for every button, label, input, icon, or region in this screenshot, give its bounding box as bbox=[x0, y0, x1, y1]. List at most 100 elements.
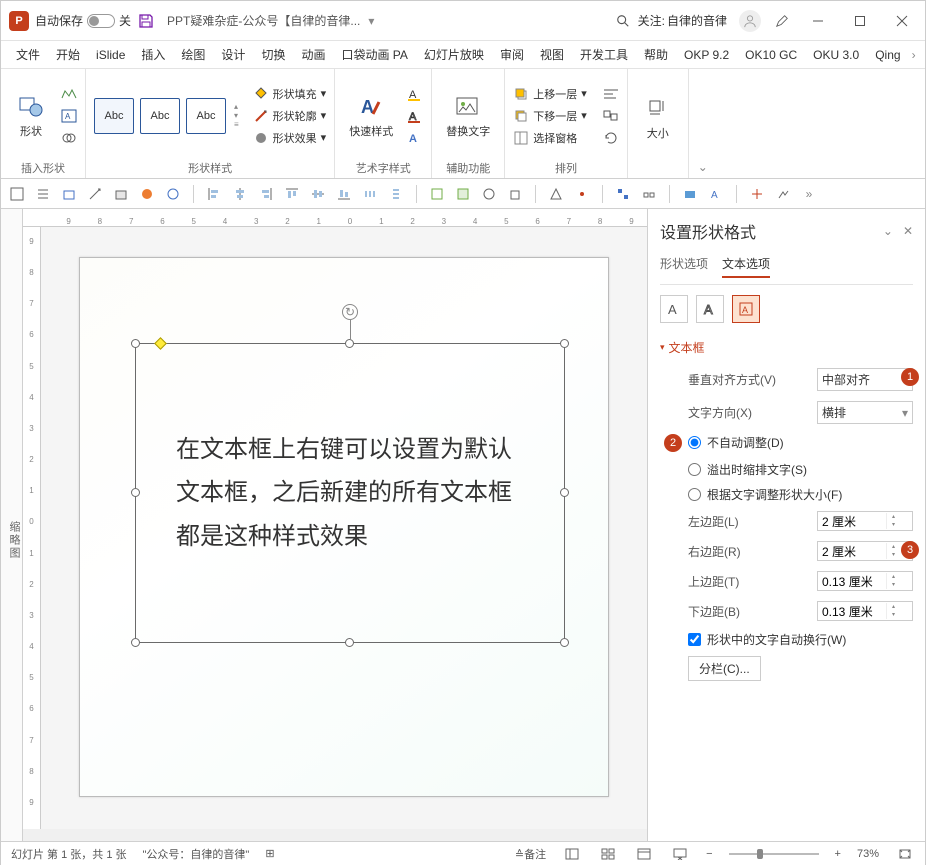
pen-icon[interactable] bbox=[773, 12, 791, 30]
tab-okp[interactable]: OKP 9.2 bbox=[677, 45, 736, 65]
align-middle-icon[interactable] bbox=[310, 186, 326, 202]
tab-pa[interactable]: 口袋动画 PA bbox=[334, 43, 414, 66]
size-button[interactable]: 大小 bbox=[636, 93, 680, 143]
distribute-v-icon[interactable] bbox=[388, 186, 404, 202]
tab-view[interactable]: 视图 bbox=[533, 43, 571, 66]
zoom-slider[interactable] bbox=[729, 847, 819, 861]
align-top-icon[interactable] bbox=[284, 186, 300, 202]
align-icon[interactable] bbox=[603, 86, 619, 102]
qat-icon[interactable] bbox=[87, 186, 103, 202]
qat-icon[interactable] bbox=[775, 186, 791, 202]
text-fill-outline-icon[interactable]: A bbox=[660, 295, 688, 323]
margin-l-spinner[interactable]: ▴▾ bbox=[817, 511, 913, 531]
tab-qing[interactable]: Qing bbox=[868, 45, 907, 65]
autofit-resize-radio[interactable] bbox=[688, 488, 701, 501]
tab-insert[interactable]: 插入 bbox=[134, 43, 172, 66]
adjust-handle[interactable] bbox=[154, 337, 167, 350]
edit-shape-icon[interactable] bbox=[61, 86, 77, 102]
distribute-h-icon[interactable] bbox=[362, 186, 378, 202]
align-center-h-icon[interactable] bbox=[232, 186, 248, 202]
qat-icon[interactable] bbox=[548, 186, 564, 202]
resize-handle[interactable] bbox=[560, 488, 569, 497]
pane-dropdown-icon[interactable]: ⌄ bbox=[883, 224, 893, 238]
slideshow-view-icon[interactable] bbox=[670, 846, 690, 862]
accessibility-icon[interactable]: ⊞ bbox=[265, 847, 274, 860]
qat-icon[interactable] bbox=[429, 186, 445, 202]
margin-b-input[interactable] bbox=[818, 602, 886, 620]
reading-view-icon[interactable] bbox=[634, 846, 654, 862]
slide[interactable]: ↻ 在文本框上右键可以设置为默认文本框，之后新建的所有文本框都是这种样式效果 bbox=[79, 257, 609, 797]
fit-to-window-icon[interactable] bbox=[895, 846, 915, 862]
horizontal-scrollbar[interactable] bbox=[23, 829, 647, 841]
maximize-button[interactable] bbox=[845, 6, 875, 36]
qat-icon[interactable] bbox=[615, 186, 631, 202]
group-icon[interactable] bbox=[603, 108, 619, 124]
toggle-off-icon[interactable] bbox=[87, 14, 115, 28]
notes-button[interactable]: ≙备注 bbox=[515, 846, 546, 862]
zoom-in-button[interactable]: + bbox=[835, 848, 841, 860]
text-outline-icon[interactable]: A bbox=[407, 108, 423, 124]
search-icon[interactable] bbox=[614, 12, 632, 30]
zoom-level[interactable]: 73% bbox=[857, 848, 879, 860]
margin-t-spinner[interactable]: ▴▾ bbox=[817, 571, 913, 591]
user-avatar[interactable] bbox=[739, 10, 761, 32]
qat-icon[interactable] bbox=[682, 186, 698, 202]
qat-icon[interactable] bbox=[507, 186, 523, 202]
tab-home[interactable]: 开始 bbox=[49, 43, 87, 66]
qat-icon[interactable] bbox=[139, 186, 155, 202]
quick-styles-button[interactable]: A 快速样式 bbox=[343, 91, 399, 141]
send-backward-button[interactable]: 下移一层 ▾ bbox=[513, 108, 587, 124]
qat-icon[interactable] bbox=[749, 186, 765, 202]
textbox-content[interactable]: 在文本框上右键可以设置为默认文本框，之后新建的所有文本框都是这种样式效果 bbox=[176, 428, 524, 558]
shape-fill-button[interactable]: 形状填充 ▾ bbox=[253, 86, 327, 102]
resize-handle[interactable] bbox=[131, 339, 140, 348]
resize-handle[interactable] bbox=[560, 638, 569, 647]
zoom-out-button[interactable]: − bbox=[706, 848, 712, 860]
shape-style-3[interactable]: Abc bbox=[186, 98, 226, 134]
pane-close-icon[interactable]: ✕ bbox=[903, 224, 913, 238]
qat-icon[interactable]: A bbox=[708, 186, 724, 202]
bring-forward-button[interactable]: 上移一层 ▾ bbox=[513, 86, 587, 102]
tab-design[interactable]: 设计 bbox=[214, 43, 252, 66]
slide-canvas[interactable]: ↻ 在文本框上右键可以设置为默认文本框，之后新建的所有文本框都是这种样式效果 bbox=[41, 227, 647, 829]
qat-icon[interactable] bbox=[165, 186, 181, 202]
tab-devtools[interactable]: 开发工具 bbox=[573, 43, 635, 66]
qat-icon[interactable] bbox=[481, 186, 497, 202]
save-icon[interactable] bbox=[137, 12, 155, 30]
tab-transitions[interactable]: 切换 bbox=[254, 43, 292, 66]
section-textbox[interactable]: 文本框 bbox=[674, 339, 913, 356]
tab-islide[interactable]: iSlide bbox=[89, 45, 132, 65]
tab-animations[interactable]: 动画 bbox=[294, 43, 332, 66]
pane-tab-shape[interactable]: 形状选项 bbox=[660, 255, 708, 278]
close-button[interactable] bbox=[887, 6, 917, 36]
margin-t-input[interactable] bbox=[818, 572, 886, 590]
qat-icon[interactable] bbox=[455, 186, 471, 202]
align-left-icon[interactable] bbox=[206, 186, 222, 202]
tab-draw[interactable]: 绘图 bbox=[174, 43, 212, 66]
direction-select[interactable]: 横排▾ bbox=[817, 401, 913, 424]
normal-view-icon[interactable] bbox=[562, 846, 582, 862]
chevron-down-icon[interactable]: ▾ bbox=[368, 14, 374, 28]
text-fill-icon[interactable]: A bbox=[407, 86, 423, 102]
textbox-icon[interactable]: A bbox=[61, 108, 77, 124]
qat-icon[interactable] bbox=[574, 186, 590, 202]
shape-effects-button[interactable]: 形状效果 ▾ bbox=[253, 130, 327, 146]
rotate-handle-icon[interactable]: ↻ bbox=[342, 304, 358, 320]
valign-select[interactable]: 中部对齐▾ bbox=[817, 368, 913, 391]
textbox-selected[interactable]: ↻ 在文本框上右键可以设置为默认文本框，之后新建的所有文本框都是这种样式效果 bbox=[135, 343, 565, 643]
minimize-button[interactable] bbox=[803, 6, 833, 36]
resize-handle[interactable] bbox=[560, 339, 569, 348]
pane-tab-text[interactable]: 文本选项 bbox=[722, 255, 770, 278]
shape-outline-button[interactable]: 形状轮廓 ▾ bbox=[253, 108, 327, 124]
resize-handle[interactable] bbox=[345, 339, 354, 348]
shape-style-1[interactable]: Abc bbox=[94, 98, 134, 134]
tabs-overflow-icon[interactable]: › bbox=[912, 48, 916, 62]
style-gallery-scroll[interactable]: ▴▾≡ bbox=[234, 102, 239, 129]
textbox-options-icon[interactable]: A bbox=[732, 295, 760, 323]
merge-shapes-icon[interactable] bbox=[61, 130, 77, 146]
margin-l-input[interactable] bbox=[818, 512, 886, 530]
qat-icon[interactable] bbox=[113, 186, 129, 202]
tab-oku[interactable]: OKU 3.0 bbox=[806, 45, 866, 65]
align-bottom-icon[interactable] bbox=[336, 186, 352, 202]
qat-overflow-icon[interactable]: » bbox=[801, 186, 817, 202]
